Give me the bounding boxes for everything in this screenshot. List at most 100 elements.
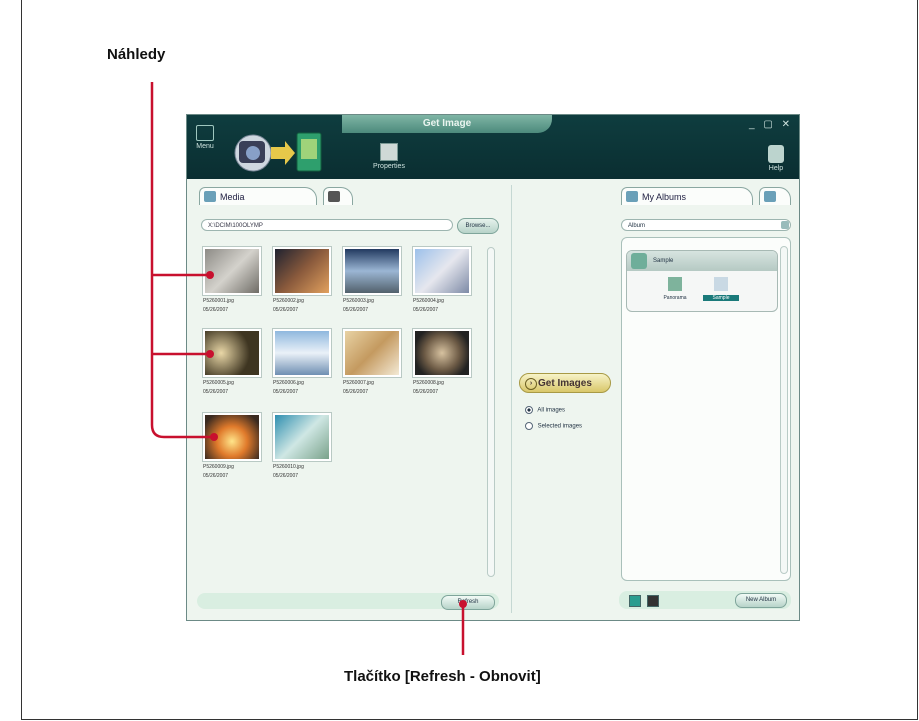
tab-my-albums[interactable]: My Albums (621, 187, 753, 205)
thumbnail-image (413, 329, 471, 377)
album-select-value: Album (628, 223, 646, 229)
album-select[interactable]: Album (621, 219, 791, 231)
tab-albums-extra[interactable] (759, 187, 791, 205)
thumbnail-item[interactable]: P5260008.jpg 05/26/2007 (413, 329, 471, 395)
get-images-button[interactable]: › Get Images (519, 373, 611, 393)
album-icon (631, 253, 647, 269)
thumbnail-date: 05/26/2007 (203, 307, 229, 313)
thumbnail-file: P5260002.jpg (273, 298, 304, 304)
option-all-images[interactable]: All images (525, 406, 565, 414)
properties-icon (380, 143, 398, 161)
path-field[interactable]: X:\DCIM\100OLYMP (201, 219, 453, 231)
get-image-window: Get Image _ ▢ ✕ Menu Properties Help Med… (186, 114, 800, 621)
thumbnail-date: 05/26/2007 (273, 389, 299, 395)
refresh-button[interactable]: Refresh (441, 595, 495, 610)
media-panel: Media X:\DCIM\100OLYMP Browse... P526000… (193, 185, 499, 615)
panorama-icon (668, 277, 682, 291)
thumbnail-view-icon[interactable] (629, 595, 641, 607)
panel-divider (511, 185, 512, 613)
option-all-images-label: All images (537, 407, 566, 414)
callout-thumbnails: Náhledy (107, 46, 166, 63)
option-selected-images-label: Selected images (537, 423, 583, 430)
thumbnail-image (273, 329, 331, 377)
thumbnail-item[interactable]: P5260002.jpg 05/26/2007 (273, 247, 331, 313)
album-area: Sample Panorama Sample (621, 237, 791, 581)
browse-button[interactable]: Browse... (457, 218, 499, 234)
help-icon (768, 145, 784, 163)
media-scrollbar[interactable] (487, 247, 495, 577)
thumbnail-date: 05/26/2007 (273, 473, 299, 479)
thumbnail-image (343, 329, 401, 377)
thumbnail-item[interactable]: P5260001.jpg 05/26/2007 (203, 247, 261, 313)
thumbnail-item[interactable]: P5260003.jpg 05/26/2007 (343, 247, 401, 313)
tab-media[interactable]: Media (199, 187, 317, 205)
thumbnail-date: 05/26/2007 (413, 389, 439, 395)
thumbnail-date: 05/26/2007 (273, 307, 299, 313)
tab-media-label: Media (220, 192, 245, 202)
window-title: Get Image (342, 115, 552, 133)
thumbnail-date: 05/26/2007 (343, 307, 369, 313)
sample-icon (714, 277, 728, 291)
help-label: Help (768, 165, 784, 172)
albums-scrollbar[interactable] (780, 246, 788, 574)
camera-transfer-graphic (234, 132, 322, 172)
thumbnail-item[interactable]: P5260005.jpg 05/26/2007 (203, 329, 261, 395)
thumbnail-image (203, 247, 261, 295)
thumbnail-file: P5260004.jpg (413, 298, 444, 304)
help-button[interactable]: Help (761, 145, 791, 172)
folder-icon (328, 191, 340, 202)
thumbnail-file: P5260006.jpg (273, 380, 304, 386)
thumbnail-image (413, 247, 471, 295)
albums-panel: My Albums Album Sample Panorama Sample N… (617, 185, 795, 615)
chevron-down-icon[interactable] (781, 221, 789, 229)
thumbnail-date: 05/26/2007 (203, 389, 229, 395)
thumbnail-item[interactable]: P5260009.jpg 05/26/2007 (203, 413, 261, 479)
properties-button[interactable]: Properties (369, 143, 409, 170)
media-icon (204, 191, 216, 202)
option-selected-images[interactable]: Selected images (525, 422, 582, 430)
thumbnail-file: P5260009.jpg (203, 464, 234, 470)
album-item-sample[interactable]: Sample (703, 277, 739, 301)
thumbnail-image (273, 413, 331, 461)
tab-folder[interactable] (323, 187, 353, 205)
thumbnail-item[interactable]: P5260007.jpg 05/26/2007 (343, 329, 401, 395)
thumbnail-item[interactable]: P5260010.jpg 05/26/2007 (273, 413, 331, 479)
album-item-label: Panorama (663, 295, 687, 301)
thumbnail-file: P5260001.jpg (203, 298, 234, 304)
thumbnail-file: P5260008.jpg (413, 380, 444, 386)
thumbnail-date: 05/26/2007 (343, 389, 369, 395)
thumbnail-file: P5260005.jpg (203, 380, 234, 386)
menu-label: Menu (196, 143, 214, 150)
thumbnail-date: 05/26/2007 (203, 473, 229, 479)
album-card-header: Sample (627, 251, 777, 271)
album-item-panorama[interactable]: Panorama (657, 277, 693, 301)
list-view-icon[interactable] (647, 595, 659, 607)
menu-icon (196, 125, 214, 141)
callout-refresh-button: Tlačítko [Refresh - Obnovit] (344, 668, 541, 685)
albums-extra-icon (764, 191, 776, 202)
tab-my-albums-label: My Albums (642, 192, 687, 202)
thumbnail-item[interactable]: P5260004.jpg 05/26/2007 (413, 247, 471, 313)
thumbnail-file: P5260007.jpg (343, 380, 374, 386)
properties-label: Properties (373, 163, 405, 170)
radio-selected-images[interactable] (525, 422, 533, 430)
thumbnail-image (343, 247, 401, 295)
album-card-title: Sample (653, 258, 674, 264)
album-item-label: Sample (703, 295, 739, 301)
thumbnail-file: P5260010.jpg (273, 464, 304, 470)
thumbnail-item[interactable]: P5260006.jpg 05/26/2007 (273, 329, 331, 395)
chevron-right-icon: › (525, 378, 537, 390)
thumbnail-image (273, 247, 331, 295)
thumbnail-file: P5260003.jpg (343, 298, 374, 304)
thumbnail-date: 05/26/2007 (413, 307, 439, 313)
get-images-label: Get Images (538, 378, 592, 389)
thumbnail-image (203, 413, 261, 461)
window-controls[interactable]: _ ▢ ✕ (749, 119, 793, 130)
albums-icon (626, 191, 638, 202)
menu-button[interactable]: Menu (193, 125, 217, 150)
thumbnail-image (203, 329, 261, 377)
new-album-button[interactable]: New Album (735, 593, 787, 608)
radio-all-images[interactable] (525, 406, 533, 414)
title-bar: Get Image _ ▢ ✕ Menu Properties Help (187, 115, 799, 179)
album-card[interactable]: Sample Panorama Sample (626, 250, 778, 312)
